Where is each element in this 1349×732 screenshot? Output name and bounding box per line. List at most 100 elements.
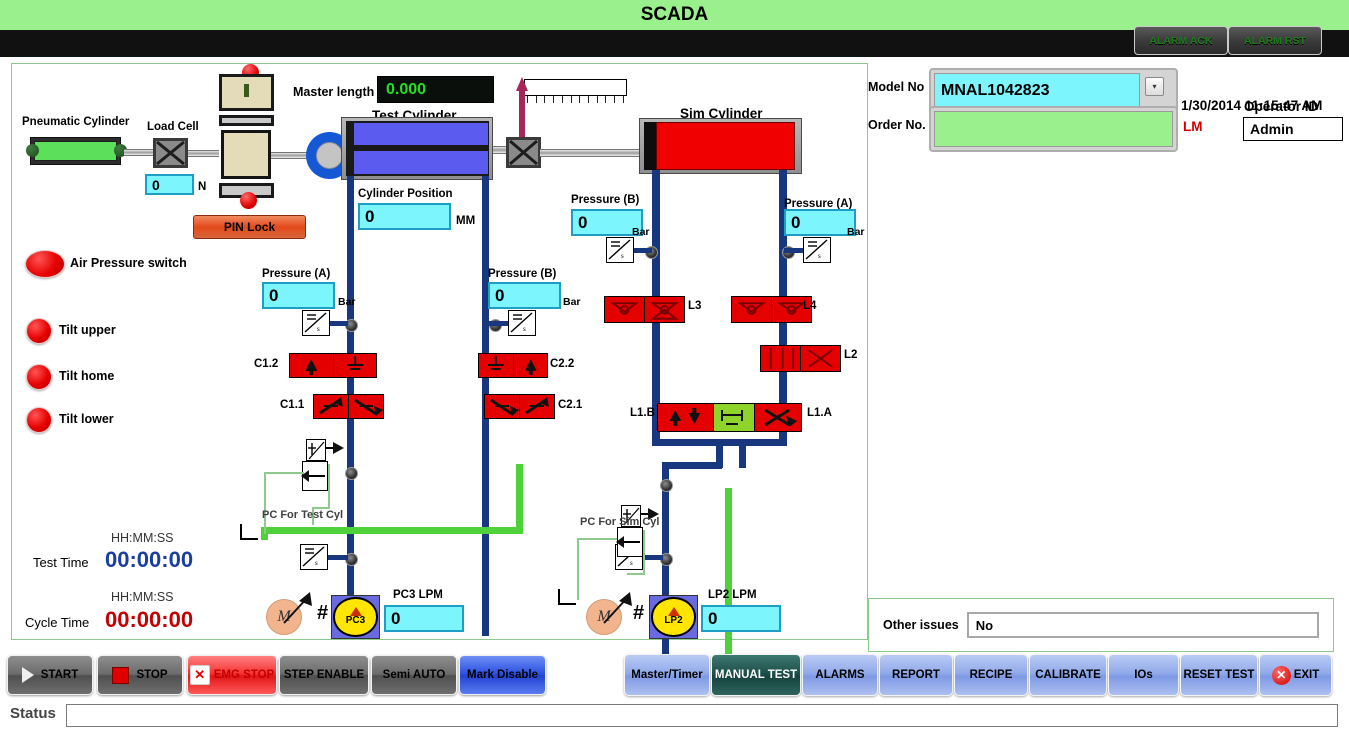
label-tilt-home: Tilt home <box>59 369 115 383</box>
play-icon <box>21 667 34 683</box>
alarm-ack-button[interactable]: ALARM ACK <box>1134 26 1228 55</box>
measurement-scale <box>524 79 627 96</box>
pc3-lpm-value: 0 <box>384 605 464 632</box>
master-timer-button[interactable]: Master/Timer <box>624 654 710 696</box>
cylinder-position-label: Cylinder Position <box>358 188 453 200</box>
master-length-display: 0.000 <box>377 76 494 103</box>
pump-name-pc3: PC3 <box>345 615 366 627</box>
valve-l1[interactable] <box>657 403 802 432</box>
valve-tag-c1-2: C1.2 <box>254 358 279 370</box>
green-line-horizontal-a <box>261 527 523 534</box>
calibrate-button[interactable]: CALIBRATE <box>1029 654 1107 696</box>
label-tilt-lower: Tilt lower <box>59 412 114 426</box>
valve-tag-c2-2: C2.2 <box>550 358 575 370</box>
pressure-unit-sim-a: Bar <box>847 226 865 238</box>
valve-tag-l1a: L1.A <box>807 407 832 419</box>
pin-lock-upper-plate <box>219 74 274 111</box>
other-issues-value[interactable]: No <box>966 612 1319 638</box>
cylinder-position-value: 0 <box>358 203 451 230</box>
start-button[interactable]: START <box>7 655 93 695</box>
manual-test-button[interactable]: MANUAL TEST <box>711 654 801 696</box>
pc-sim-pilot-line <box>627 573 645 575</box>
lm-indicator: LM <box>1183 119 1203 134</box>
other-issues-panel: Other issues No <box>868 598 1334 652</box>
pipe-lp2-cross <box>662 462 722 469</box>
alarm-rst-button[interactable]: ALARM RST <box>1228 26 1322 55</box>
cycle-time-format: HH:MM:SS <box>111 590 174 604</box>
pump-pc3[interactable]: PC3 <box>331 595 380 639</box>
pressure-value-test-b: 0 <box>488 282 561 309</box>
chevron-down-icon[interactable]: ▾ <box>1145 77 1164 96</box>
stop-button[interactable]: STOP <box>97 655 183 695</box>
valve-c1-1[interactable] <box>313 394 384 419</box>
valve-tag-l2: L2 <box>844 349 858 361</box>
order-no-value <box>934 111 1173 147</box>
exit-button[interactable]: ✕ EXIT <box>1259 654 1332 696</box>
pneumatic-cylinder <box>30 137 121 165</box>
exit-button-label: EXIT <box>1293 669 1320 681</box>
valve-l4[interactable] <box>731 296 812 323</box>
valve-c1-2[interactable] <box>289 353 377 378</box>
x-box-icon: ✕ <box>189 665 210 685</box>
measurement-ticks <box>527 96 624 103</box>
pipe-node <box>660 479 673 492</box>
valve-l3[interactable] <box>604 296 685 323</box>
step-enable-button[interactable]: STEP ENABLE <box>279 655 369 695</box>
mark-disable-button[interactable]: Mark Disable <box>459 655 546 695</box>
report-button[interactable]: REPORT <box>879 654 953 696</box>
pressure-label-sim-b: Pressure (B) <box>571 194 640 206</box>
cylinder-position-unit: MM <box>456 215 476 227</box>
valve-c2-2[interactable] <box>478 353 548 378</box>
operator-id-value: Admin <box>1243 117 1343 141</box>
svg-text:s: s <box>315 559 318 567</box>
pressure-value-sim-a: 0 <box>784 209 856 236</box>
reset-test-button[interactable]: RESET TEST <box>1180 654 1258 696</box>
pneumatic-cylinder-label: Pneumatic Cylinder <box>22 116 130 128</box>
valve-c2-1[interactable] <box>484 394 555 419</box>
pump-lp2[interactable]: LP2 <box>649 595 698 639</box>
pc-test-pilot-line <box>264 472 304 474</box>
pc-sim-pilot-line <box>577 538 579 600</box>
cycle-time-label: Cycle Time <box>25 615 90 630</box>
pc-test-pilot-line <box>328 464 330 509</box>
sensor-stub <box>488 321 508 326</box>
pressure-sensor-icon: s <box>803 237 831 263</box>
lamp-tilt-lower <box>26 407 52 433</box>
status-field[interactable] <box>66 704 1338 727</box>
semi-auto-button[interactable]: Semi AUTO <box>371 655 457 695</box>
connecting-rod <box>540 149 639 157</box>
pressure-sensor-icon: s <box>606 237 634 263</box>
ios-button[interactable]: IOs <box>1108 654 1179 696</box>
pin-lock-bottom-indicator <box>240 192 257 209</box>
lamp-air-pressure-switch <box>25 250 65 278</box>
cycle-time-value: 00:00:00 <box>105 607 194 632</box>
pressure-sensor-icon: s <box>508 310 536 336</box>
pc-sim-symbol <box>614 505 659 570</box>
x-circle-icon: ✕ <box>1271 665 1291 685</box>
order-no-label: Order No. <box>868 118 926 132</box>
sim-cylinder-chamber <box>656 122 795 170</box>
start-button-label: START <box>40 669 79 681</box>
pressure-unit-test-a: Bar <box>338 296 356 308</box>
operator-id-label: Operator ID <box>1244 99 1319 114</box>
svg-text:s: s <box>818 252 821 260</box>
valve-tag-c1-1: C1.1 <box>280 399 305 411</box>
valve-tag-l3: L3 <box>688 300 702 312</box>
lamp-tilt-home <box>26 364 52 390</box>
order-no-field[interactable] <box>929 106 1178 152</box>
pressure-sensor-icon: s <box>302 310 330 336</box>
sensor-stub <box>784 248 803 253</box>
alarms-button[interactable]: ALARMS <box>802 654 878 696</box>
status-label: Status <box>10 705 56 722</box>
recipe-button[interactable]: RECIPE <box>954 654 1028 696</box>
label-air-pressure-switch: Air Pressure switch <box>70 256 187 270</box>
pc-test-tank-icon <box>240 524 258 540</box>
pc3-lpm-label: PC3 LPM <box>393 589 443 601</box>
pump-name-lp2: LP2 <box>664 615 683 627</box>
pin-lock-button[interactable]: PIN Lock <box>193 215 306 239</box>
pc-test-symbol <box>299 439 344 504</box>
load-cell-value: 0 <box>145 174 194 195</box>
test-cylinder-chamber-b <box>354 151 488 174</box>
valve-l2[interactable] <box>760 345 841 372</box>
emergency-stop-button[interactable]: ✕ EMG STOP <box>187 655 277 695</box>
